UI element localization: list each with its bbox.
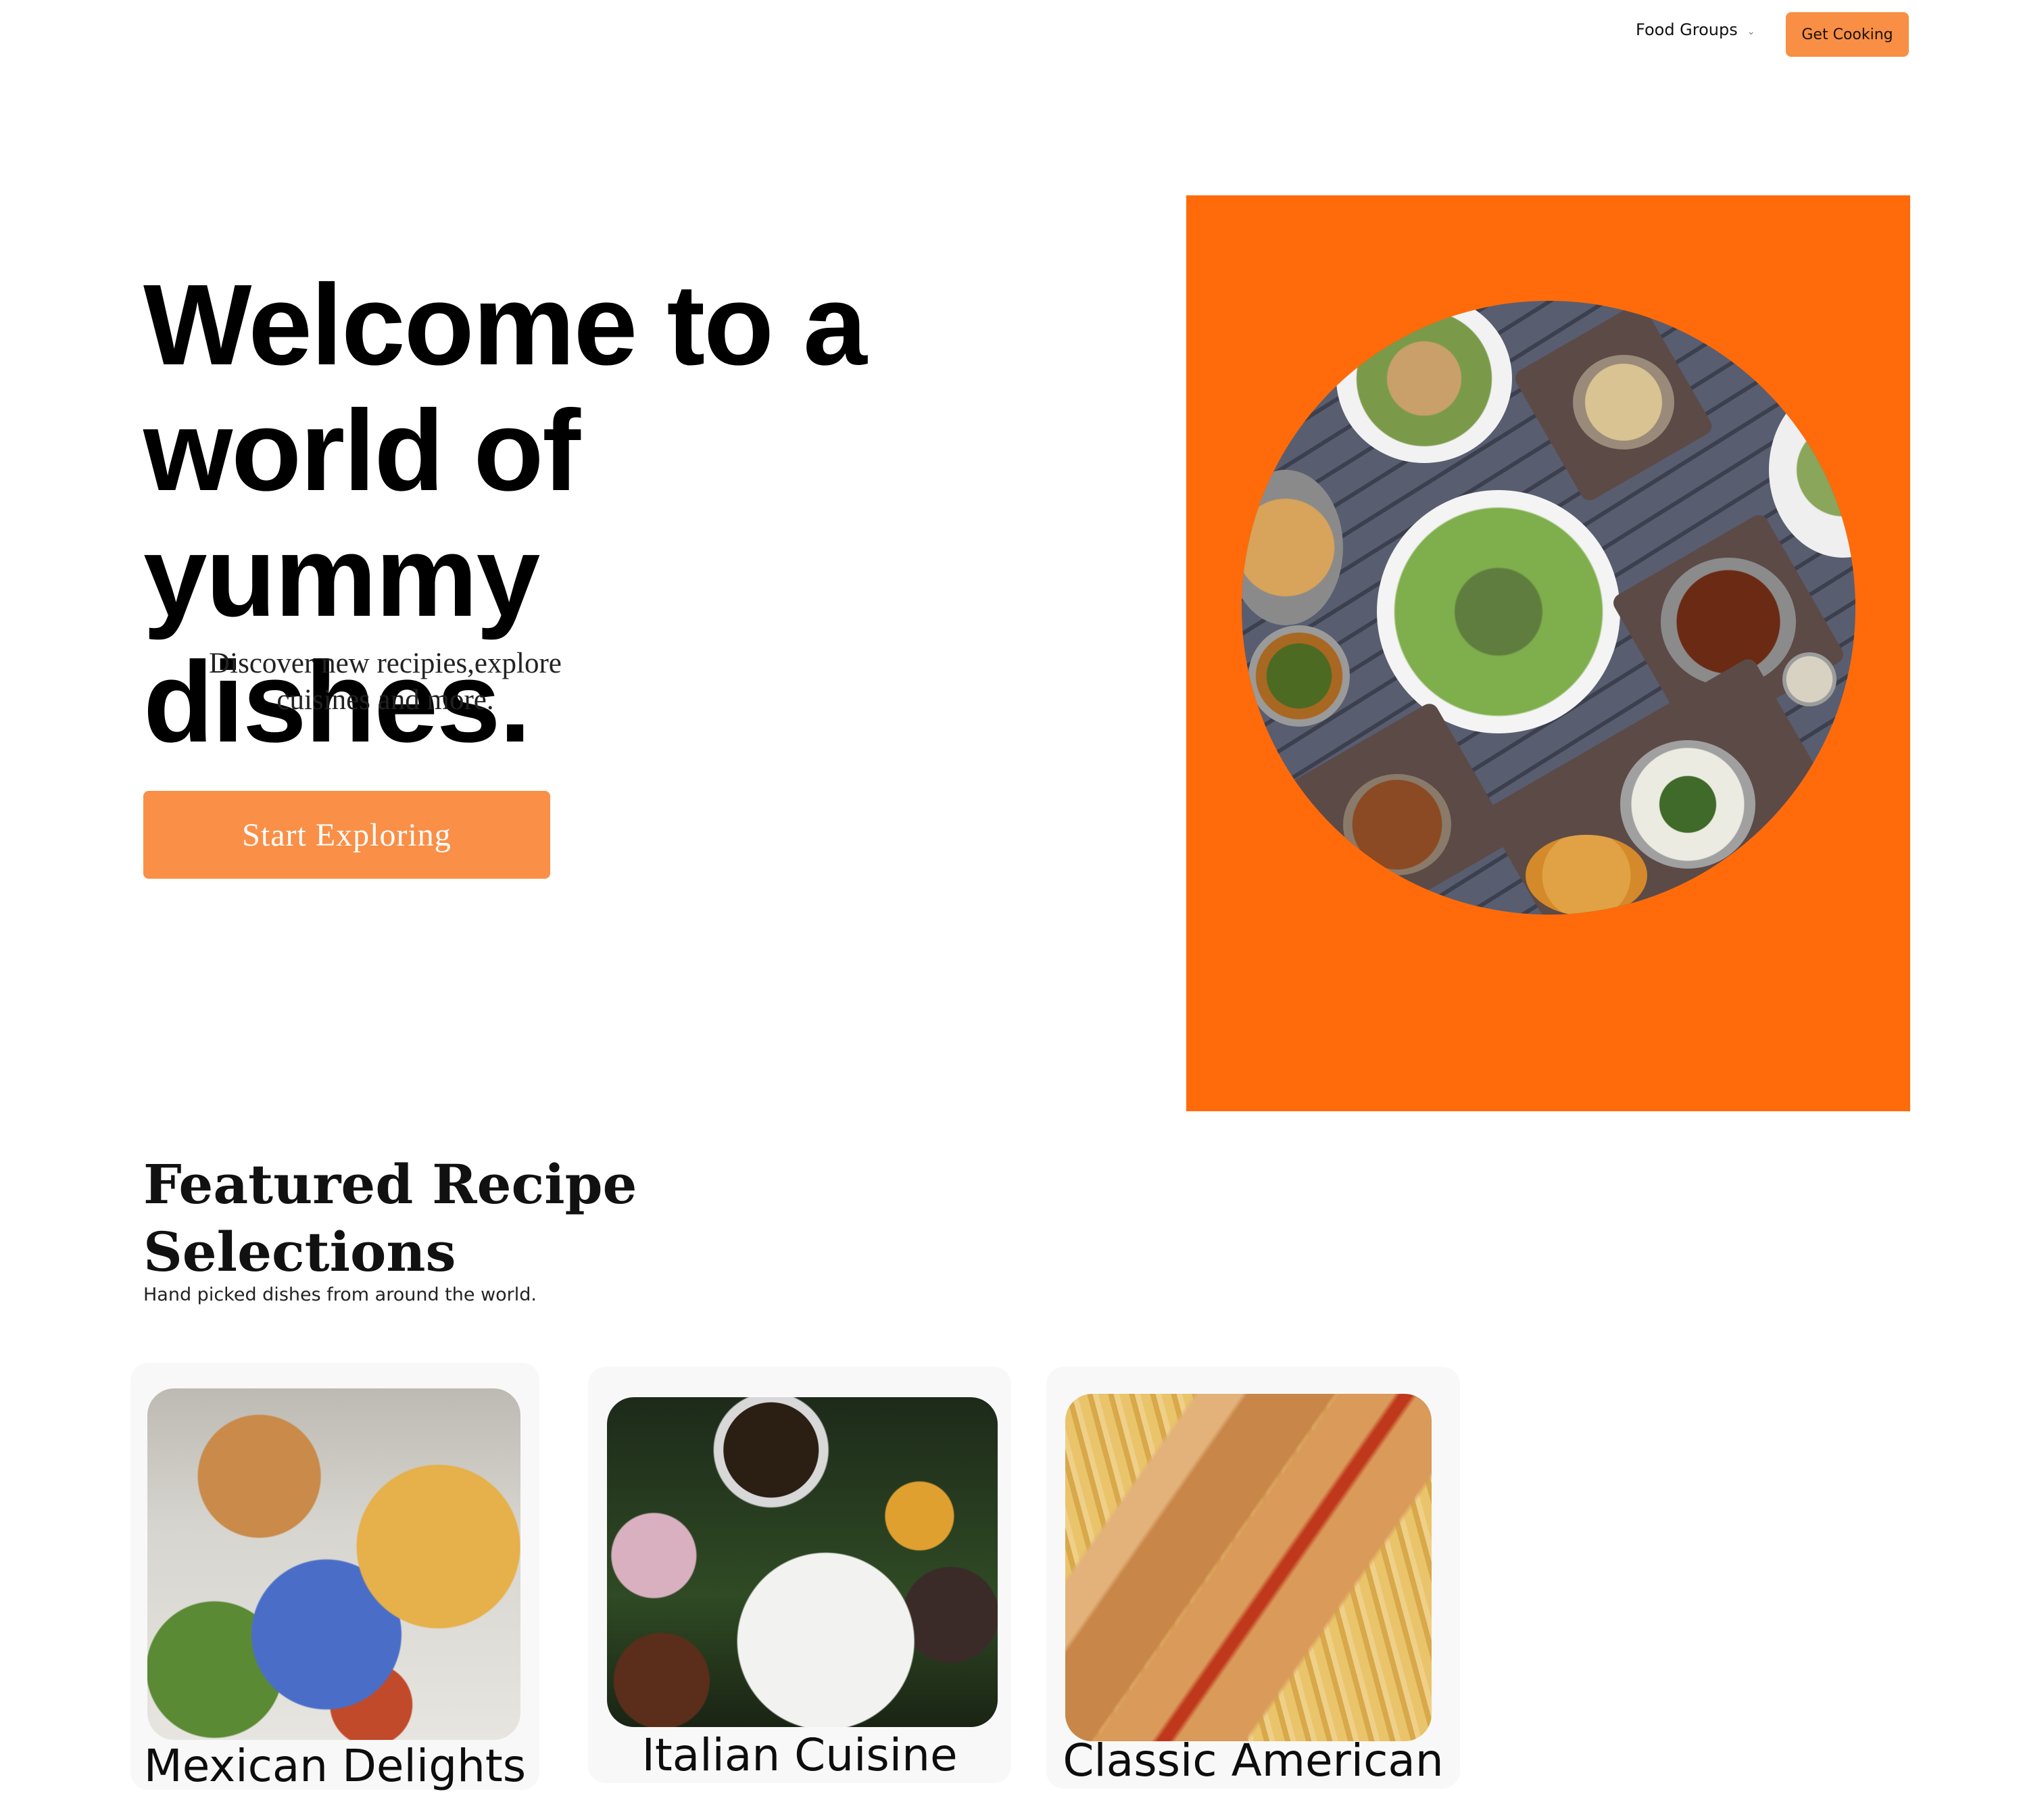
italian-food-image bbox=[607, 1397, 998, 1727]
food-groups-label: Food Groups bbox=[1636, 20, 1738, 39]
card-title: Classic American bbox=[1063, 1734, 1444, 1787]
mexican-food-image bbox=[147, 1388, 520, 1740]
hero-food-image bbox=[1242, 301, 1855, 915]
recipe-card-italian[interactable]: Italian Cuisine bbox=[588, 1367, 1011, 1783]
featured-subtitle: Hand picked dishes from around the world… bbox=[143, 1284, 537, 1305]
recipe-card-mexican[interactable]: Mexican Delights bbox=[130, 1363, 539, 1792]
card-title: Mexican Delights bbox=[143, 1740, 527, 1792]
card-title: Italian Cuisine bbox=[641, 1729, 958, 1781]
hero-subtitle: Discover new recipies,explore cuisines a… bbox=[209, 648, 562, 716]
start-exploring-button[interactable]: Start Exploring bbox=[143, 791, 550, 879]
hotdog-fries-image bbox=[1065, 1394, 1432, 1741]
chevron-down-icon: ⌄ bbox=[1747, 26, 1755, 37]
recipe-card-american[interactable]: Classic American bbox=[1046, 1367, 1460, 1789]
get-cooking-button[interactable]: Get Cooking bbox=[1786, 12, 1909, 57]
featured-title: Featured Recipe Selections bbox=[143, 1152, 637, 1284]
hero-image-panel bbox=[1186, 195, 1910, 1111]
food-groups-dropdown[interactable]: Food Groups ⌄ bbox=[1636, 16, 1755, 43]
